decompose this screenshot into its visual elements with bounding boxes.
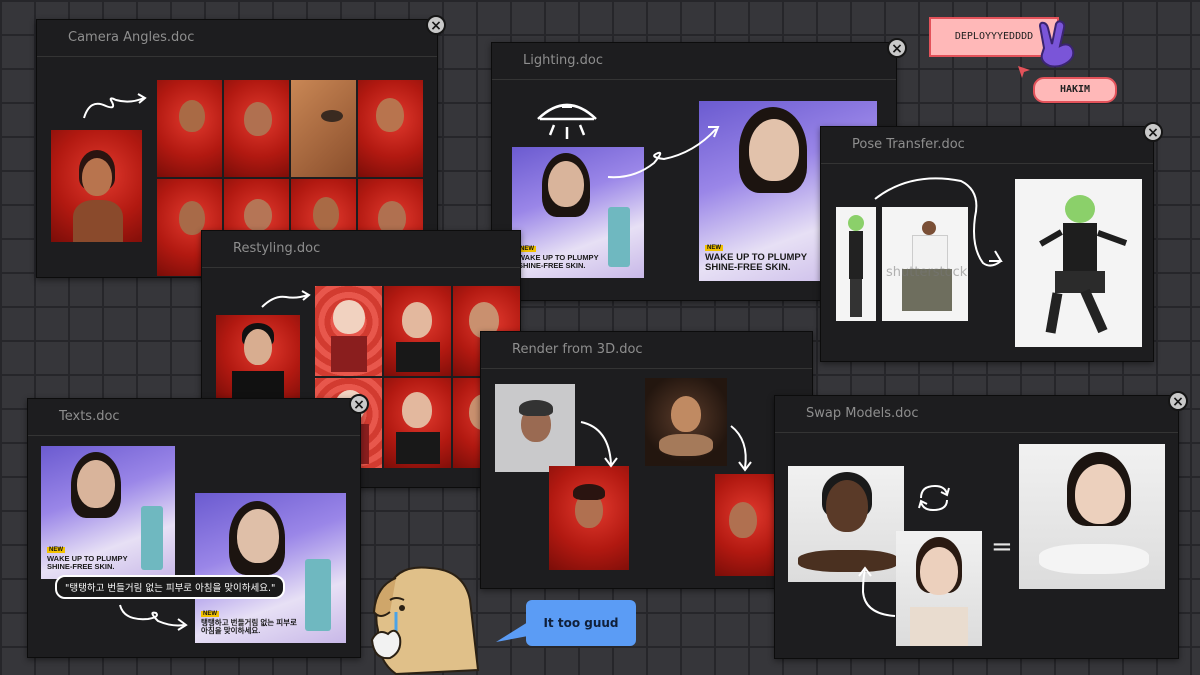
arrow-annotation (261, 290, 311, 308)
window-title: Restyling.doc (202, 231, 520, 268)
style-photo (315, 286, 382, 376)
arrow-annotation (580, 421, 618, 468)
arrow-annotation (83, 93, 147, 119)
arrow-annotation (874, 177, 1003, 267)
ad-headline-2: SHINE-FREE SKIN. (47, 562, 115, 572)
ad-headline-2: SHINE-FREE SKIN. (705, 262, 791, 274)
cursor-arrow-icon (1018, 66, 1030, 78)
3d-source-a (495, 384, 575, 472)
close-icon[interactable]: × (349, 394, 369, 414)
original-ad: NEW WAKE UP TO PLUMPY SHINE-FREE SKIN. (41, 446, 175, 579)
speech-bubble: It too guud (526, 600, 636, 646)
arrow-annotation (119, 604, 188, 631)
translated-headline-2: 아침을 맞이하세요. (201, 626, 261, 636)
texts-window[interactable]: Texts.doc NEW WAKE UP TO PLUMPY SHINE-FR… (27, 398, 361, 658)
new-badge: NEW (47, 546, 65, 554)
close-icon[interactable]: × (1168, 391, 1188, 411)
angle-photo (291, 80, 356, 177)
pose-result (1015, 179, 1142, 347)
render-result-a (549, 466, 629, 570)
swap-cycle-icon (918, 484, 950, 512)
swap-result-photo (1019, 444, 1165, 589)
hakim-label: HAKIM (1033, 77, 1117, 103)
crying-dog-sticker (370, 566, 480, 675)
close-icon[interactable]: × (426, 15, 446, 35)
window-title: Texts.doc (28, 399, 360, 436)
model-b-photo (896, 531, 982, 646)
render-result-b (715, 474, 775, 576)
arrow-annotation (730, 425, 752, 472)
angle-photo (224, 80, 289, 177)
window-title: Pose Transfer.doc (821, 127, 1153, 164)
character-reference (836, 207, 876, 321)
equals-sign: = (991, 532, 1013, 562)
source-photo (216, 315, 300, 399)
window-title: Swap Models.doc (775, 396, 1178, 433)
speech-bubble-tail (496, 622, 528, 642)
style-photo (384, 286, 451, 376)
light-sketch-icon (537, 103, 597, 139)
angle-photo (157, 80, 222, 177)
ad-headline-2: SHINE-FREE SKIN. (518, 261, 586, 271)
pose-transfer-window[interactable]: Pose Transfer.doc shutterstock (820, 126, 1154, 362)
arrow-annotation (607, 126, 720, 179)
style-photo (384, 378, 451, 468)
translation-caption: "탱탱하고 번들거림 없는 피부로 아침을 맞이하세요." (55, 575, 286, 599)
render-3d-window[interactable]: Render from 3D.doc (480, 331, 813, 589)
close-icon[interactable]: × (887, 38, 907, 58)
close-icon[interactable]: × (1143, 122, 1163, 142)
3d-source-b (645, 378, 727, 466)
window-title: Camera Angles.doc (37, 20, 437, 57)
window-title: Lighting.doc (492, 43, 896, 80)
new-badge: NEW (705, 244, 723, 252)
source-photo (51, 130, 142, 242)
new-badge: NEW (201, 610, 219, 618)
peace-hand-icon (1038, 20, 1075, 68)
translated-ad: NEW 탱탱하고 번들거림 없는 피부로 아침을 맞이하세요. (195, 493, 346, 643)
arrow-annotation (858, 566, 896, 617)
swap-models-window[interactable]: Swap Models.doc = (774, 395, 1179, 659)
window-title: Render from 3D.doc (481, 332, 812, 369)
angle-photo (358, 80, 423, 177)
